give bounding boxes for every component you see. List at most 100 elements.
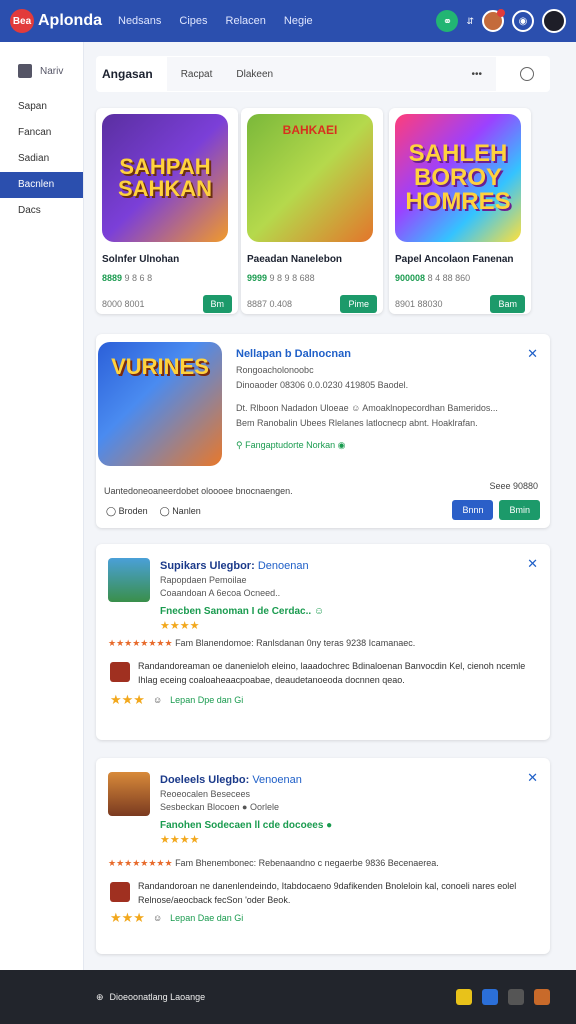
play-button[interactable]: Pime [340,295,377,313]
bottom-bar: ⊕ Dioeoonatlang Laoange [0,970,576,1024]
review-link[interactable]: Lepan Dae dan Gi [170,913,243,923]
review-link[interactable]: Lepan Dpe dan Gi [170,695,243,705]
app-logo[interactable]: Bea [10,9,34,33]
globe-icon: ⊕ [96,991,104,1002]
game-size: 8000 8001 [102,299,145,309]
search-icon[interactable] [520,67,534,81]
verified-icon: ◉ [335,440,346,450]
circle-icon: ◯ [106,506,119,516]
game-name: Solnfer Ulnohan [102,254,180,265]
review-summary-row: ★★★★★★★★ Fam Bhenembonec: Rebenaandno c … [108,858,439,868]
game-icon[interactable] [534,989,550,1005]
featured-game-panel: VURINES Nellapan b Dalnocnan Rongoacholo… [96,334,550,528]
game-card[interactable]: SAHPAH SAHKAN Solnfer Ulnohan 8889 9 8 6… [96,108,238,314]
user-avatar[interactable] [482,9,505,32]
game-art[interactable]: SAHLEH BOROY HOMRES [395,114,521,242]
language-selector[interactable]: ⊕ Dioeoonatlang Laoange [96,992,205,1003]
review-footer: ★★★ ☺ Lepan Dae dan Gi [110,910,243,926]
sidebar-item[interactable]: Dacs [0,198,83,224]
featured-link[interactable]: ⚲ Fangaptudorte Norkan ◉ [236,440,536,451]
featured-details: Dinoaoder 08306 0.0.0230 419805 Baodel. [236,380,409,390]
review-stars: ★★★★ [160,620,200,632]
play-button[interactable]: Bam [490,295,525,313]
page-title: Angasan [102,67,153,81]
sidebar-header-label: Nariv [40,65,64,77]
play-button[interactable]: Bm [202,295,232,313]
review-footer: ★★★ ☺ Lepan Dpe dan Gi [110,692,243,708]
sidebar-item-active[interactable]: Bacnlen [0,172,83,198]
primary-button[interactable]: Bnnn [452,500,494,520]
commenter-avatar[interactable] [110,662,130,682]
home-icon [18,64,32,78]
circle-icon: ◯ [159,506,173,516]
sidebar-header[interactable]: Nariv [0,42,83,78]
settings-icon[interactable] [508,989,524,1005]
review-stars: ★★★★ [160,834,200,846]
reviewer-avatar[interactable] [108,772,150,816]
search-icon: ⚲ [236,440,246,450]
sidebar-item[interactable]: Sadian [0,146,83,172]
store-icon[interactable] [456,989,472,1005]
game-name: Paeadan Nanelebon [247,254,343,265]
trophy-icon: ★★★ [110,692,145,707]
tab-item[interactable]: Dlakeen [236,69,273,80]
swap-icon[interactable]: ⇵ [466,16,474,27]
install-button[interactable]: Bmin [499,500,540,520]
top-bar: Bea Aplonda Nedsans Cipes Relacen Negie … [0,0,576,42]
more-icon[interactable]: ••• [471,69,482,80]
topnav-item[interactable]: Negie [284,15,313,27]
review-subtitle: Reoeocalen Besecees [160,789,251,799]
topbar-actions: ⚭ ⇵ ◉ [436,9,566,33]
review-comment: Randandoroan ne danenlendeindo, Itabdoca… [110,880,536,907]
featured-meta: ◯ Broden ◯ Nanlen [106,506,201,517]
featured-size: Seee 90880 [489,481,538,491]
app-icon[interactable] [482,989,498,1005]
review-card: Doeleels Ulegbo: Venoenan Reoeocalen Bes… [96,758,550,954]
emoji-icon: ☺ [152,695,163,705]
commenter-avatar[interactable] [110,882,130,902]
featured-tags: Dt. Rlboon Nadadon Uloeae ☺ Amoaklnopeco… [236,403,498,413]
sidebar-item[interactable]: Fancan [0,120,83,146]
close-icon[interactable]: ✕ [527,556,538,572]
featured-description: Uantedoneoaneerdobet oloooee bnocnaengen… [104,486,293,496]
featured-tags-2: Bem Ranobalin Ubees Rlelanes latlocnecp … [236,418,478,428]
help-icon[interactable]: ◉ [512,10,534,32]
game-size: 8901 88030 [395,299,443,309]
game-card[interactable]: BAHKAEI Paeadan Nanelebon 9999 9 8 9 8 6… [241,108,383,314]
reviewer-avatar[interactable] [108,558,150,602]
topnav-item[interactable]: Relacen [226,15,266,27]
meta-item[interactable]: ◯ Broden [106,506,148,517]
app-name[interactable]: Aplonda [38,12,102,30]
game-size: 8887 0.408 [247,299,293,309]
review-title: Doeleels Ulegbo: Venoenan [160,774,302,786]
close-icon[interactable]: ✕ [527,346,538,362]
featured-subtitle: Rongoacholonoobc [236,365,314,375]
game-art[interactable]: SAHPAH SAHKAN [102,114,228,242]
featured-art[interactable]: VURINES [98,342,222,466]
top-nav: Nedsans Cipes Relacen Negie [118,15,313,27]
game-art[interactable]: BAHKAEI [247,114,373,242]
trophy-icon: ★★★ [110,910,145,925]
featured-title[interactable]: Nellapan b Dalnocnan [236,348,536,360]
game-card[interactable]: SAHLEH BOROY HOMRES Papel Ancolaon Fanen… [389,108,531,314]
review-meta: Coaandoan A 6ecoa Ocneed.. [160,588,281,598]
game-rating: 900008 8 4 88 860 [395,273,471,283]
review-summary-row: ★★★★★★★★ Fam Blanendomoe: Ranlsdanan 0ny… [108,638,416,648]
topnav-item[interactable]: Nedsans [118,15,161,27]
review-highlight: Fnecben Sanoman I de Cerdac.. ☺ [160,606,325,617]
review-card: Supikars Ulegbor: Denoenan Rapopdaen Pem… [96,544,550,740]
topnav-item[interactable]: Cipes [179,15,207,27]
emoji-icon: ☺ [152,913,163,923]
notification-badge [497,9,505,17]
game-name: Papel Ancolaon Fanenan [395,254,514,265]
close-icon[interactable]: ✕ [527,770,538,786]
review-highlight: Fanohen Sodecaen ll cde docoees ● [160,820,333,831]
tab-item[interactable]: Racpat [181,69,213,80]
status-icon[interactable]: ⚭ [436,10,459,32]
sidebar: Nariv Sapan Fancan Sadian Bacnlen Dacs [0,42,84,970]
meta-item[interactable]: ◯ Nanlen [160,506,201,517]
review-comment: Randandoreaman oe danenieloh eleino, laa… [110,660,536,687]
sidebar-item[interactable]: Sapan [0,94,83,120]
profile-avatar[interactable] [542,9,566,33]
tab-bar: Racpat Dlakeen ••• [166,57,496,91]
